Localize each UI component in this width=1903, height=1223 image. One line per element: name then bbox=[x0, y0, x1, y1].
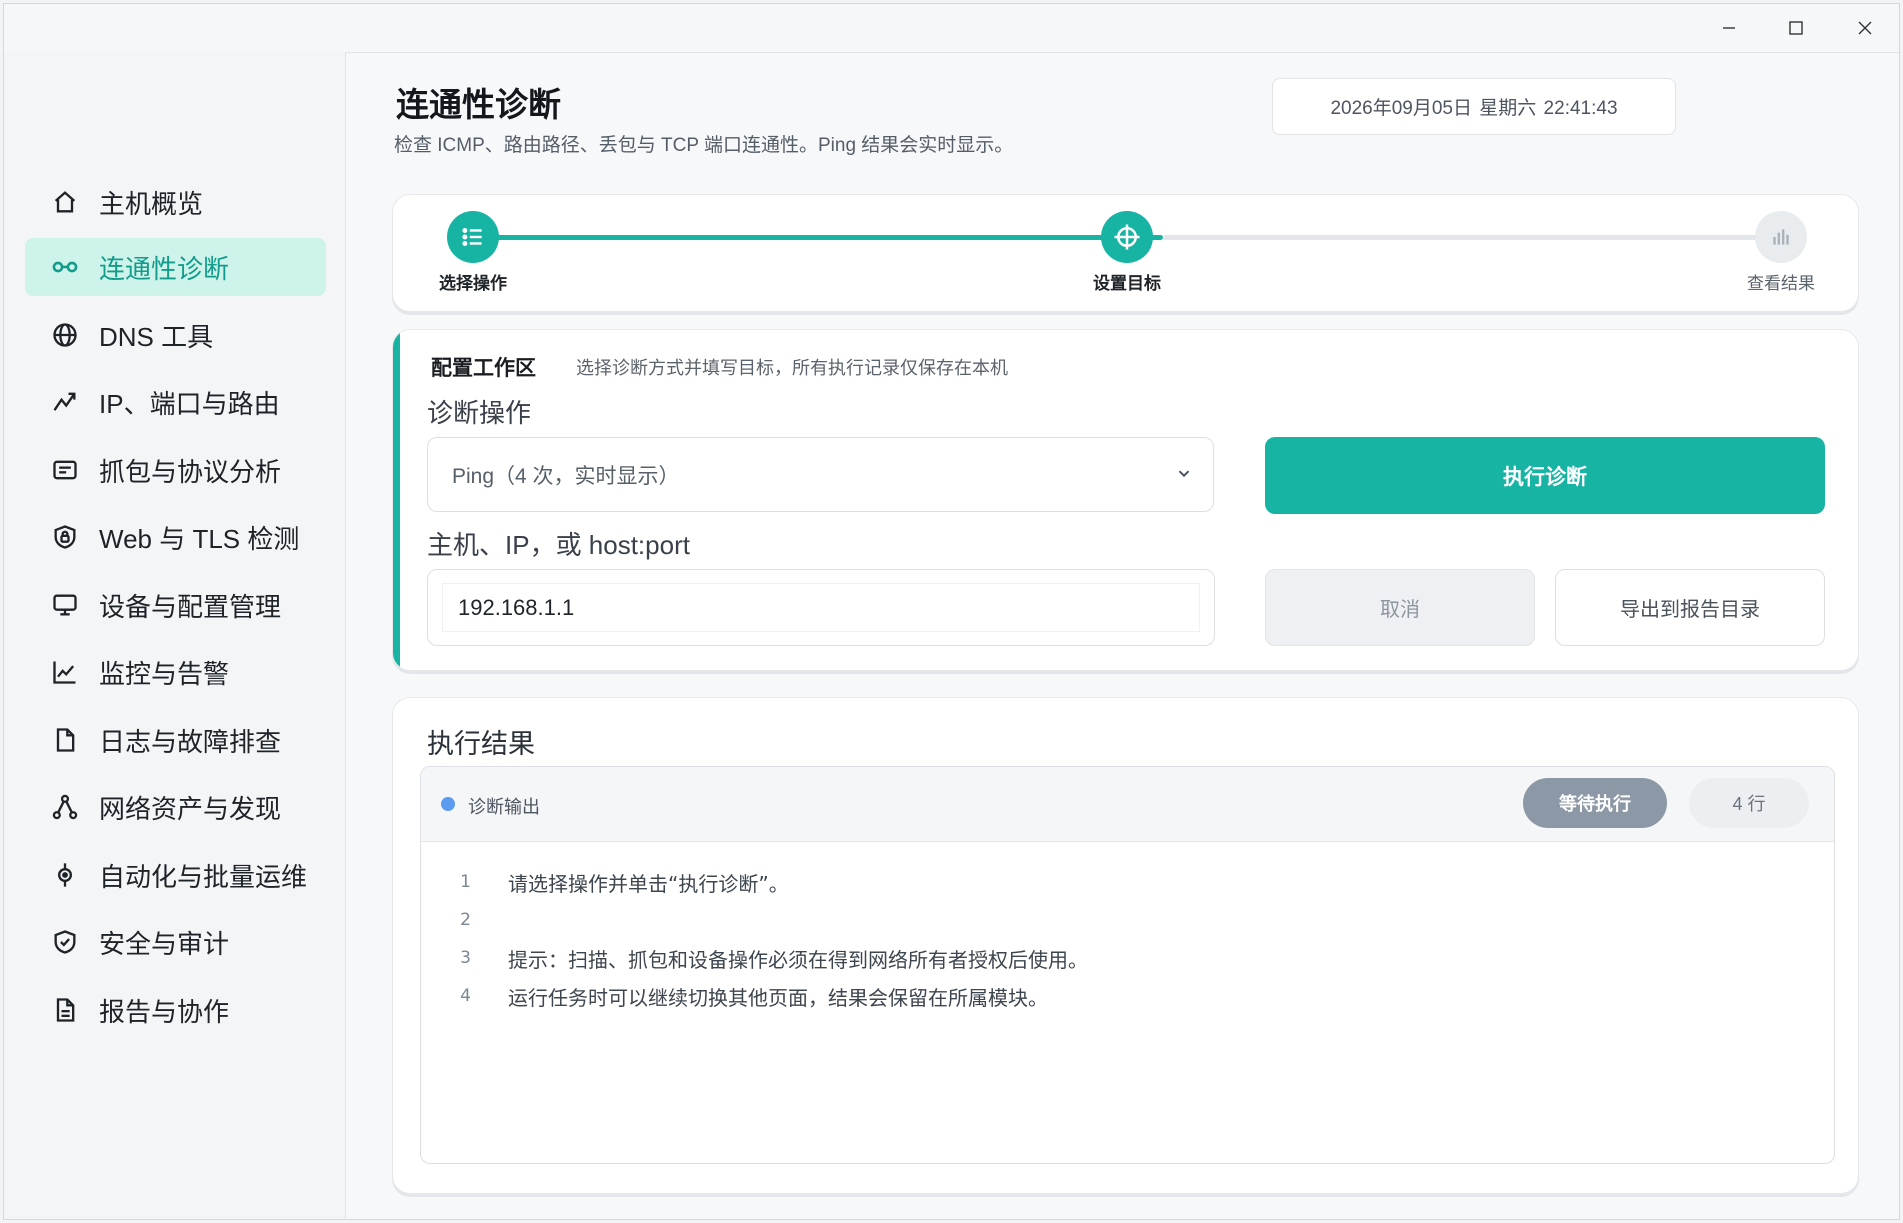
sidebar-item-logs[interactable]: 日志与故障排查 bbox=[25, 711, 326, 769]
step-line-pending bbox=[1163, 235, 1793, 240]
link-icon bbox=[49, 251, 81, 283]
monitor-icon bbox=[49, 589, 81, 621]
sidebar-item-monitoring[interactable]: 监控与告警 bbox=[25, 643, 326, 701]
step-label: 选择操作 bbox=[439, 274, 507, 293]
output-label: 诊断输出 bbox=[468, 797, 540, 817]
sidebar-item-asset-discovery[interactable]: 网络资产与发现 bbox=[25, 778, 326, 836]
close-icon bbox=[1858, 21, 1872, 35]
config-description: 选择诊断方式并填写目标，所有执行记录仅保存在本机 bbox=[576, 358, 1008, 378]
target-icon bbox=[49, 859, 81, 891]
globe-icon bbox=[49, 319, 81, 351]
target-input[interactable] bbox=[442, 583, 1200, 632]
sidebar-item-security-audit[interactable]: 安全与审计 bbox=[25, 913, 326, 971]
sidebar-item-label: 报告与协作 bbox=[99, 996, 230, 1027]
sidebar-nav: 主机概览 连通性诊断 DNS 工具 IP、端口与路由 抓包与协议分析 Web 与… bbox=[4, 52, 346, 1219]
line-text: 运行任务时可以继续切换其他页面，结果会保留在所属模块。 bbox=[508, 985, 1048, 1010]
sidebar-item-label: 主机概览 bbox=[99, 188, 204, 219]
sidebar-item-label: IP、端口与路由 bbox=[99, 388, 280, 419]
home-icon bbox=[49, 186, 81, 218]
route-icon bbox=[49, 386, 81, 418]
shield-check-icon bbox=[49, 926, 81, 958]
output-line: 4 运行任务时可以继续切换其他页面，结果会保留在所属模块。 bbox=[421, 977, 1834, 1015]
document-icon bbox=[49, 994, 81, 1026]
results-panel: 执行结果 诊断输出 等待执行 4 行 1 请选择操作并单击“执行诊断”。 2 3… bbox=[392, 697, 1859, 1194]
operation-select-value: Ping（4 次，实时显示） bbox=[452, 464, 680, 488]
status-badge: 等待执行 bbox=[1523, 778, 1667, 828]
sidebar-item-packet-capture[interactable]: 抓包与协议分析 bbox=[25, 441, 326, 499]
file-icon bbox=[49, 724, 81, 756]
chevron-down-icon bbox=[1178, 470, 1190, 478]
config-title: 配置工作区 bbox=[431, 357, 536, 380]
app-window: 主机概览 连通性诊断 DNS 工具 IP、端口与路由 抓包与协议分析 Web 与… bbox=[3, 3, 1900, 1220]
packet-icon bbox=[49, 454, 81, 486]
cancel-button[interactable]: 取消 bbox=[1265, 569, 1535, 646]
sidebar-item-ip-port-route[interactable]: IP、端口与路由 bbox=[25, 373, 326, 431]
page-title: 连通性诊断 bbox=[396, 86, 561, 123]
sidebar-item-label: DNS 工具 bbox=[99, 321, 214, 352]
sidebar-item-dns[interactable]: DNS 工具 bbox=[25, 306, 326, 364]
sidebar-item-label: 自动化与批量运维 bbox=[99, 861, 308, 892]
run-diagnosis-button[interactable]: 执行诊断 bbox=[1265, 437, 1825, 514]
line-text: 提示：扫描、抓包和设备操作必须在得到网络所有者授权后使用。 bbox=[508, 947, 1088, 972]
results-title: 执行结果 bbox=[427, 729, 535, 759]
config-workspace: 配置工作区 选择诊断方式并填写目标，所有执行记录仅保存在本机 诊断操作 Ping… bbox=[392, 329, 1859, 671]
output-line: 1 请选择操作并单击“执行诊断”。 bbox=[421, 863, 1834, 901]
accent-bar bbox=[393, 330, 400, 670]
output-lines: 1 请选择操作并单击“执行诊断”。 2 3 提示：扫描、抓包和设备操作必须在得到… bbox=[421, 863, 1834, 1015]
sidebar-item-reports[interactable]: 报告与协作 bbox=[25, 981, 326, 1039]
page-subtitle: 检查 ICMP、路由路径、丢包与 TCP 端口连通性。Ping 结果会实时显示。 bbox=[394, 135, 1014, 156]
chart-line-icon bbox=[49, 656, 81, 688]
minimize-button[interactable] bbox=[1694, 4, 1764, 52]
close-button[interactable] bbox=[1830, 4, 1899, 52]
sidebar-item-label: 设备与配置管理 bbox=[99, 591, 282, 622]
step-select-operation[interactable] bbox=[447, 211, 499, 263]
datetime-display: 2026年09月05日 星期六 22:41:43 bbox=[1272, 78, 1676, 135]
output-header: 诊断输出 等待执行 4 行 bbox=[421, 767, 1834, 842]
line-number: 1 bbox=[460, 872, 471, 892]
step-label: 查看结果 bbox=[1747, 274, 1815, 293]
operation-label: 诊断操作 bbox=[427, 398, 532, 428]
operation-select[interactable]: Ping（4 次，实时显示） bbox=[427, 437, 1214, 512]
target-label: 主机、IP，或 host:port bbox=[427, 530, 690, 560]
sidebar-item-connectivity[interactable]: 连通性诊断 bbox=[25, 238, 326, 296]
sidebar-item-automation[interactable]: 自动化与批量运维 bbox=[25, 846, 326, 904]
export-report-button[interactable]: 导出到报告目录 bbox=[1555, 569, 1825, 646]
line-number: 2 bbox=[460, 910, 471, 930]
maximize-icon bbox=[1789, 21, 1803, 35]
title-bar bbox=[4, 4, 1899, 53]
step-line-complete bbox=[473, 235, 1163, 240]
shield-lock-icon bbox=[49, 521, 81, 553]
sidebar-item-label: Web 与 TLS 检测 bbox=[99, 523, 300, 554]
sidebar-item-label: 网络资产与发现 bbox=[99, 793, 282, 824]
line-number: 4 bbox=[460, 986, 471, 1006]
sidebar-item-label: 连通性诊断 bbox=[99, 253, 230, 284]
sidebar-item-label: 监控与告警 bbox=[99, 658, 230, 689]
sidebar-item-device-config[interactable]: 设备与配置管理 bbox=[25, 576, 326, 634]
crosshair-icon bbox=[1114, 224, 1140, 250]
target-field[interactable] bbox=[427, 569, 1215, 646]
sidebar-item-web-tls[interactable]: Web 与 TLS 检测 bbox=[25, 508, 326, 566]
minimize-icon bbox=[1723, 27, 1735, 29]
sidebar-item-label: 安全与审计 bbox=[99, 928, 230, 959]
step-view-results[interactable] bbox=[1755, 211, 1807, 263]
network-icon bbox=[49, 791, 81, 823]
bar-chart-icon bbox=[1773, 229, 1789, 245]
step-label: 设置目标 bbox=[1093, 274, 1161, 293]
step-progress: 选择操作 设置目标 查看结果 bbox=[392, 194, 1859, 312]
line-number: 3 bbox=[460, 948, 471, 968]
line-text: 请选择操作并单击“执行诊断”。 bbox=[508, 871, 789, 896]
output-line: 3 提示：扫描、抓包和设备操作必须在得到网络所有者授权后使用。 bbox=[421, 939, 1834, 977]
line-count-badge: 4 行 bbox=[1689, 778, 1809, 828]
main-content: 连通性诊断 检查 ICMP、路由路径、丢包与 TCP 端口连通性。Ping 结果… bbox=[346, 52, 1899, 1219]
sidebar-item-host-overview[interactable]: 主机概览 bbox=[25, 173, 326, 231]
sidebar-item-label: 抓包与协议分析 bbox=[99, 456, 282, 487]
status-dot bbox=[441, 797, 455, 811]
maximize-button[interactable] bbox=[1761, 4, 1831, 52]
output-line: 2 bbox=[421, 901, 1834, 939]
list-icon bbox=[462, 228, 482, 246]
sidebar-item-label: 日志与故障排查 bbox=[99, 726, 282, 757]
step-set-target[interactable] bbox=[1101, 211, 1153, 263]
diagnosis-output: 诊断输出 等待执行 4 行 1 请选择操作并单击“执行诊断”。 2 3 提示：扫… bbox=[420, 766, 1835, 1164]
